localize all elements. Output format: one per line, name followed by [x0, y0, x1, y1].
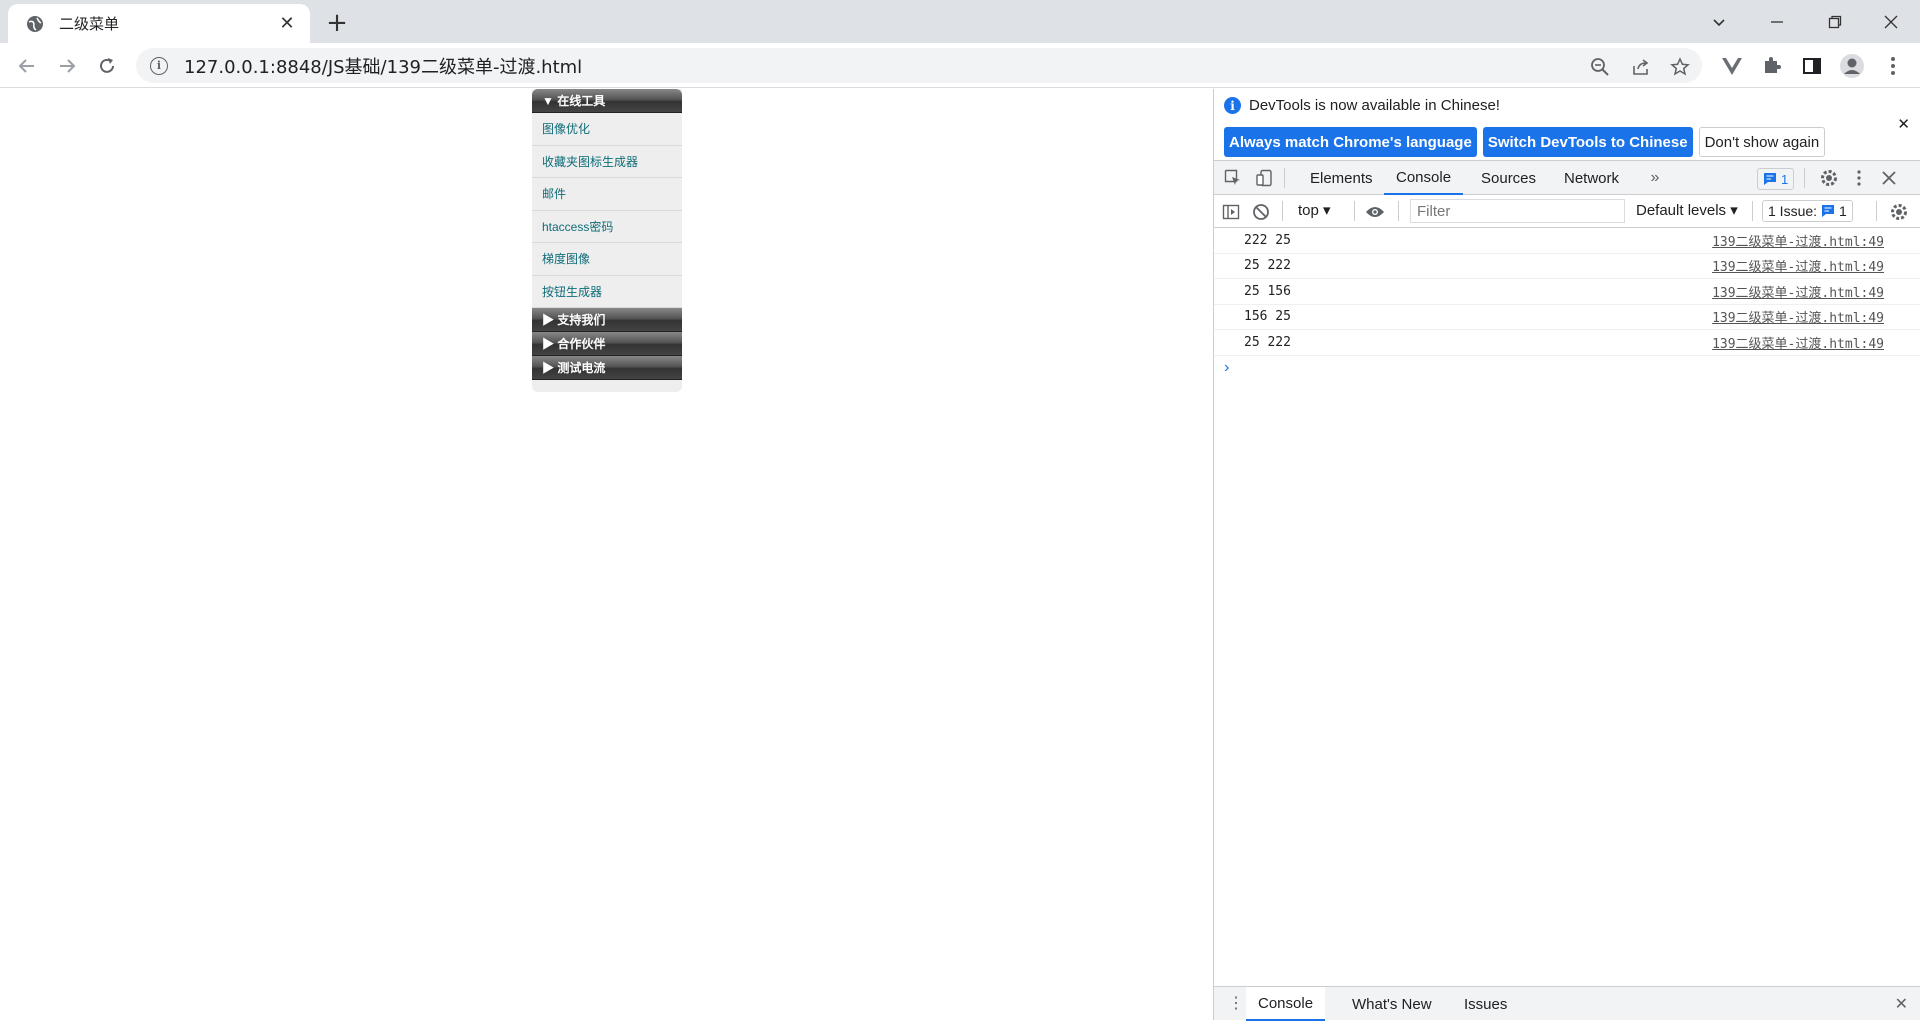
- live-expression-eye-icon[interactable]: [1364, 201, 1386, 223]
- restore-button[interactable]: [1806, 0, 1864, 43]
- infobar-close-icon[interactable]: ✕: [1897, 115, 1910, 133]
- clear-console-icon[interactable]: [1250, 201, 1272, 223]
- close-drawer-icon[interactable]: ✕: [1895, 994, 1908, 1014]
- messages-count: 1: [1781, 171, 1789, 187]
- inspect-element-icon[interactable]: [1222, 167, 1244, 189]
- devtools-language-infobar: i DevTools is now available in Chinese! …: [1214, 89, 1920, 161]
- drawer-menu-icon[interactable]: ⋮: [1228, 993, 1244, 1013]
- prompt-chevron-icon: ›: [1224, 358, 1230, 376]
- tab-strip: 二级菜单 ✕ +: [0, 0, 1920, 43]
- devtools-drawer: ⋮ Console What's New Issues ✕: [1214, 986, 1920, 1021]
- tab-console[interactable]: Console: [1384, 161, 1464, 195]
- show-sidebar-icon[interactable]: [1220, 201, 1242, 223]
- log-message: 25 222: [1244, 258, 1291, 274]
- context-value: top: [1298, 202, 1319, 219]
- devtools-tabbar: Elements Console Sources Network » 1: [1214, 161, 1920, 195]
- site-info-icon[interactable]: i: [150, 56, 168, 75]
- menu-header-test-current[interactable]: ▶ 测试电流: [532, 356, 682, 380]
- log-source-link[interactable]: 139二级菜单-过渡.html:49: [1712, 256, 1884, 275]
- close-window-button[interactable]: [1862, 0, 1920, 43]
- extensions-puzzle-icon[interactable]: [1759, 53, 1785, 79]
- context-selector[interactable]: top ▾: [1298, 201, 1331, 219]
- menu-item[interactable]: 图像优化: [532, 113, 682, 146]
- forward-button[interactable]: [50, 49, 84, 83]
- menu-header-partners[interactable]: ▶ 合作伙伴: [532, 332, 682, 356]
- reload-button[interactable]: [90, 49, 124, 83]
- share-icon[interactable]: [1630, 56, 1652, 78]
- address-bar[interactable]: i 127.0.0.1:8848/JS基础/139二级菜单-过渡.html: [136, 48, 1702, 83]
- match-language-button[interactable]: Always match Chrome's language: [1224, 127, 1477, 157]
- devtools-panel: i DevTools is now available in Chinese! …: [1213, 89, 1920, 1021]
- page-viewport: ▼ 在线工具 图像优化 收藏夹图标生成器 邮件 htaccess密码 梯度图像 …: [0, 89, 1213, 1020]
- log-message: 25 222: [1244, 334, 1291, 350]
- settings-gear-icon[interactable]: [1818, 167, 1840, 189]
- secondary-menu: ▼ 在线工具 图像优化 收藏夹图标生成器 邮件 htaccess密码 梯度图像 …: [532, 89, 682, 392]
- console-log-row: 222 25 139二级菜单-过渡.html:49: [1214, 228, 1920, 254]
- issue-message-icon: [1822, 205, 1835, 217]
- levels-value: Default levels: [1636, 202, 1727, 219]
- close-devtools-icon[interactable]: [1878, 167, 1900, 189]
- console-toolbar: top ▾ Filter Default levels ▾ 1 Issue: 1: [1214, 195, 1920, 228]
- log-message: 222 25: [1244, 232, 1291, 248]
- menu-header-online-tools[interactable]: ▼ 在线工具: [532, 89, 682, 113]
- menu-item[interactable]: htaccess密码: [532, 211, 682, 243]
- console-log-row: 25 222 139二级菜单-过渡.html:49: [1214, 330, 1920, 356]
- tab-elements[interactable]: Elements: [1298, 161, 1385, 195]
- browser-menu-icon[interactable]: [1880, 53, 1906, 79]
- issues-label: 1 Issue:: [1768, 203, 1818, 219]
- console-log-row: 25 156 139二级菜单-过渡.html:49: [1214, 279, 1920, 305]
- vue-extension-icon[interactable]: [1719, 53, 1745, 79]
- switch-to-chinese-button[interactable]: Switch DevTools to Chinese: [1482, 127, 1693, 157]
- menu-item[interactable]: 按钮生成器: [532, 276, 682, 308]
- infobar-message: DevTools is now available in Chinese!: [1249, 97, 1500, 114]
- console-log-row: 25 222 139二级菜单-过渡.html:49: [1214, 254, 1920, 279]
- profile-avatar-icon[interactable]: [1839, 53, 1865, 79]
- messages-badge[interactable]: 1: [1757, 168, 1795, 190]
- dont-show-again-button[interactable]: Don't show again: [1698, 127, 1826, 157]
- console-filter-input[interactable]: Filter: [1410, 199, 1625, 223]
- log-source-link[interactable]: 139二级菜单-过渡.html:49: [1712, 231, 1884, 250]
- console-log-row: 156 25 139二级菜单-过渡.html:49: [1214, 305, 1920, 330]
- devtools-menu-icon[interactable]: [1848, 167, 1870, 189]
- issues-count: 1: [1839, 203, 1847, 219]
- browser-tab[interactable]: 二级菜单 ✕: [8, 4, 310, 43]
- side-panel-icon[interactable]: [1799, 53, 1825, 79]
- globe-icon: [25, 14, 45, 34]
- menu-item[interactable]: 梯度图像: [532, 243, 682, 276]
- browser-toolbar: i 127.0.0.1:8848/JS基础/139二级菜单-过渡.html: [0, 43, 1920, 88]
- tab-sources[interactable]: Sources: [1469, 161, 1548, 195]
- menu-header-support-us[interactable]: ▶ 支持我们: [532, 308, 682, 332]
- url-text: 127.0.0.1:8848/JS基础/139二级菜单-过渡.html: [184, 56, 583, 78]
- message-icon: [1764, 173, 1776, 185]
- tab-search-icon[interactable]: [1690, 0, 1748, 43]
- back-button[interactable]: [10, 49, 44, 83]
- filter-placeholder: Filter: [1417, 202, 1451, 220]
- console-output: 222 25 139二级菜单-过渡.html:49 25 222 139二级菜单…: [1214, 228, 1920, 380]
- tab-network[interactable]: Network: [1552, 161, 1631, 195]
- console-settings-gear-icon[interactable]: [1888, 201, 1910, 223]
- issues-button[interactable]: 1 Issue: 1: [1762, 200, 1853, 222]
- log-source-link[interactable]: 139二级菜单-过渡.html:49: [1712, 282, 1884, 301]
- console-prompt[interactable]: ›: [1214, 356, 1920, 380]
- log-levels-dropdown[interactable]: Default levels ▾: [1636, 201, 1738, 219]
- minimize-button[interactable]: [1748, 0, 1806, 43]
- menu-item[interactable]: 收藏夹图标生成器: [532, 146, 682, 178]
- log-source-link[interactable]: 139二级菜单-过渡.html:49: [1712, 333, 1884, 352]
- tab-title: 二级菜单: [59, 15, 120, 33]
- zoom-icon[interactable]: [1589, 56, 1611, 78]
- log-message: 25 156: [1244, 283, 1291, 299]
- more-tabs-icon[interactable]: »: [1644, 167, 1666, 189]
- menu-item[interactable]: 邮件: [532, 178, 682, 211]
- bookmark-star-icon[interactable]: [1669, 56, 1691, 78]
- log-message: 156 25: [1244, 309, 1291, 325]
- new-tab-button[interactable]: +: [322, 8, 352, 38]
- drawer-tab-whats-new[interactable]: What's New: [1340, 987, 1444, 1021]
- drawer-tab-console[interactable]: Console: [1246, 987, 1326, 1021]
- drawer-tab-issues[interactable]: Issues: [1452, 987, 1519, 1021]
- device-toolbar-icon[interactable]: [1254, 167, 1276, 189]
- info-icon: i: [1224, 97, 1241, 114]
- log-source-link[interactable]: 139二级菜单-过渡.html:49: [1712, 307, 1884, 326]
- tab-close-icon[interactable]: ✕: [276, 13, 298, 35]
